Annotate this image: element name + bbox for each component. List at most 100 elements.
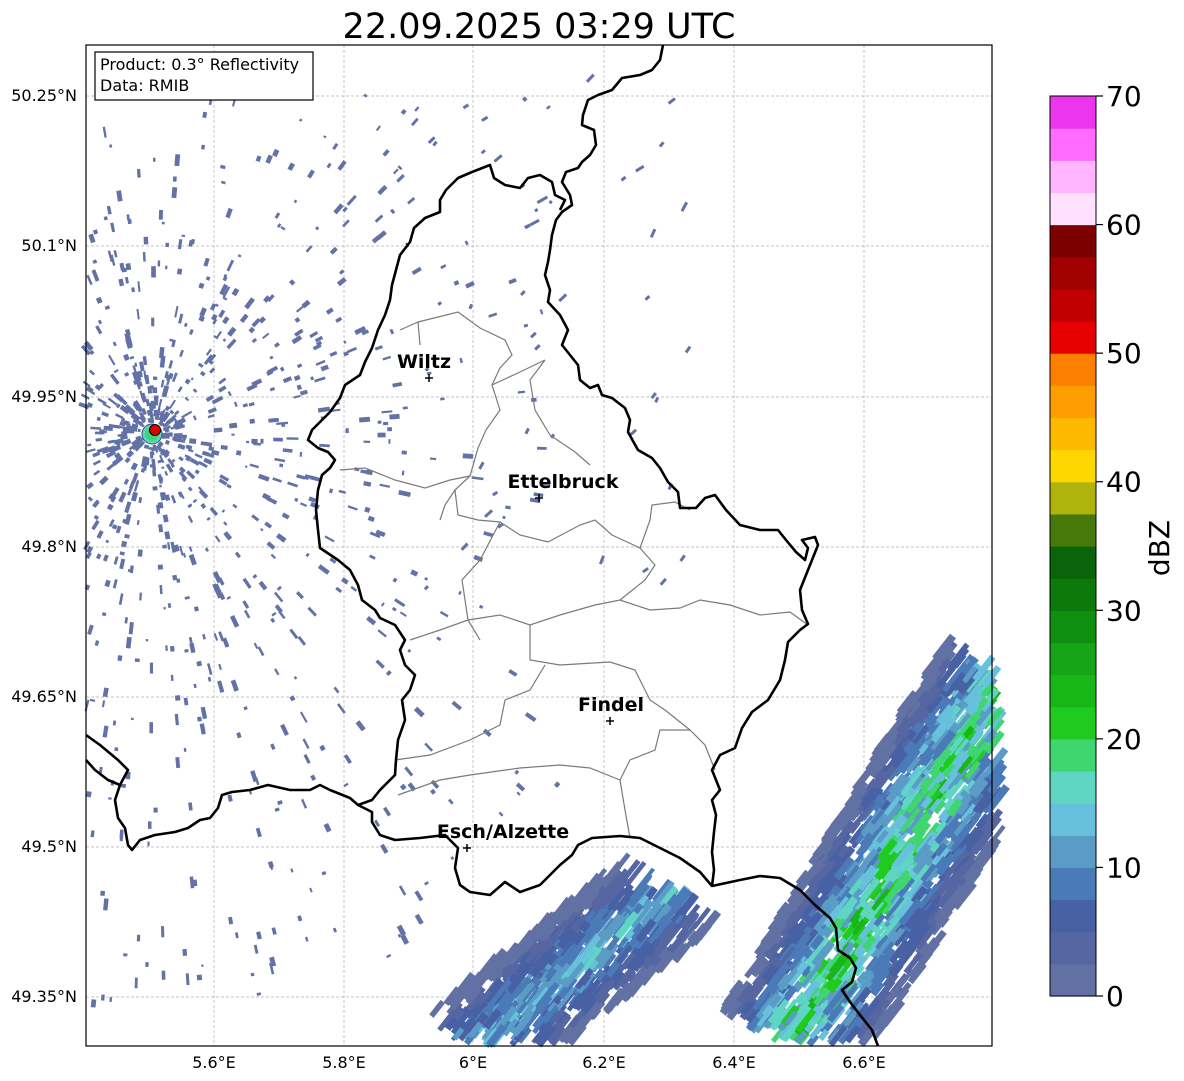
echo-cell — [228, 422, 238, 429]
echo-cell — [387, 427, 393, 432]
map-title: 22.09.2025 03:29 UTC — [343, 7, 736, 47]
echo-cell — [123, 953, 128, 957]
echo-cell — [134, 658, 140, 662]
latitude-labels: 50.25°N 50.1°N 49.95°N 49.8°N 49.65°N 49… — [11, 86, 77, 1006]
echo-cell — [389, 413, 400, 420]
lat-label: 49.95°N — [11, 387, 77, 406]
echo-cell — [151, 317, 155, 327]
lat-label: 50.25°N — [11, 86, 77, 105]
lat-label: 49.5°N — [21, 837, 77, 856]
colorbar-segment — [1050, 867, 1096, 901]
colorbar-segment — [1050, 481, 1096, 515]
colorbar-tick-label: 70 — [1106, 80, 1142, 113]
echo-cell — [153, 157, 156, 162]
echo-cell — [246, 440, 250, 444]
echo-cell — [402, 406, 408, 410]
echo-cell — [143, 236, 149, 245]
echo-cell — [165, 242, 170, 248]
echo-cell — [189, 438, 197, 445]
colorbar-segment — [1050, 160, 1096, 194]
echo-cell — [136, 168, 141, 178]
echo-cell — [147, 841, 150, 847]
echo-cell — [151, 266, 156, 278]
echo-cell — [157, 564, 164, 570]
echo-cell — [127, 569, 132, 573]
city-label-wiltz: Wiltz — [397, 351, 451, 373]
echo-cell — [149, 385, 154, 390]
echo-cell — [152, 469, 157, 477]
colorbar-segment — [1050, 931, 1096, 965]
echo-cell — [196, 716, 202, 722]
radar-map: 22.09.2025 03:29 UTC Wiltz Ettelbruck Fi… — [11, 7, 1176, 1072]
echo-cell — [235, 450, 242, 456]
longitude-labels: 5.6°E 5.8°E 6°E 6.2°E 6.4°E 6.6°E — [192, 1053, 886, 1072]
lat-label: 49.65°N — [11, 687, 77, 706]
echo-cell — [171, 187, 178, 199]
echo-cell — [182, 948, 188, 956]
colorbar-tick-label: 20 — [1106, 723, 1142, 756]
echo-cell — [153, 395, 159, 406]
colorbar-tick-label: 50 — [1106, 337, 1142, 370]
colorbar-segment — [1050, 771, 1096, 804]
echo-cell — [383, 421, 389, 426]
echo-cell — [172, 574, 178, 581]
echo-cell — [231, 433, 235, 436]
colorbar-segment — [1050, 642, 1096, 676]
echo-cell — [502, 515, 506, 520]
echo-cell — [169, 645, 175, 652]
echo-cell — [281, 424, 286, 427]
echo-cell — [114, 747, 119, 752]
echo-cell — [109, 997, 113, 1002]
echo-cell — [163, 606, 166, 610]
echo-cell — [377, 432, 386, 438]
colorbar-label: dBZ — [1143, 520, 1176, 576]
lon-label: 6.4°E — [712, 1053, 756, 1072]
colorbar-tick-label: 0 — [1106, 980, 1124, 1013]
colorbar-tick-label: 10 — [1106, 851, 1142, 884]
echo-cell — [153, 807, 158, 813]
lon-label: 6.6°E — [842, 1053, 886, 1072]
colorbar-segment — [1050, 449, 1096, 483]
echo-cell — [86, 791, 92, 798]
colorbar-segment — [1050, 224, 1096, 258]
echo-cell — [537, 446, 547, 450]
colorbar-segment — [1050, 803, 1096, 836]
echo-cell — [401, 450, 407, 455]
echo-cell — [109, 144, 113, 148]
echo-cell — [174, 154, 181, 167]
echo-cell — [162, 432, 173, 438]
city-label-ettelbruck: Ettelbruck — [508, 471, 619, 493]
lon-label: 5.6°E — [192, 1053, 236, 1072]
echo-cell — [161, 926, 165, 938]
colorbar-ticks: 0 10 20 30 40 50 60 70 — [1096, 80, 1142, 1013]
info-data: Data: RMIB — [100, 76, 189, 95]
echo-cell — [108, 797, 112, 800]
colorbar-tick-label: 30 — [1106, 594, 1142, 627]
colorbar-segment — [1050, 321, 1096, 354]
echo-cell — [462, 453, 474, 459]
echo-cell — [149, 722, 154, 734]
echo-cell — [134, 977, 138, 989]
colorbar-segment — [1050, 96, 1096, 129]
echo-cell — [388, 439, 391, 444]
echo-cell — [148, 447, 153, 450]
colorbar-segment — [1050, 353, 1096, 386]
echo-cell — [172, 176, 177, 182]
colorbar-segment — [1050, 417, 1096, 451]
colorbar — [1049, 95, 1097, 997]
echo-cell — [183, 747, 187, 752]
echo-cell — [377, 420, 382, 424]
echo-cell — [193, 879, 198, 887]
echo-cell — [152, 486, 158, 491]
echo-cell — [119, 829, 124, 839]
echo-cell — [158, 209, 164, 220]
city-label-findel: Findel — [578, 694, 644, 716]
echo-cell — [363, 440, 371, 443]
echo-cell — [167, 603, 172, 608]
echo-cell — [184, 648, 189, 653]
echo-cell — [152, 376, 158, 380]
echo-cell — [142, 251, 146, 262]
echo-cell — [440, 397, 445, 401]
colorbar-segment — [1050, 706, 1096, 740]
colorbar-segment — [1050, 192, 1096, 226]
